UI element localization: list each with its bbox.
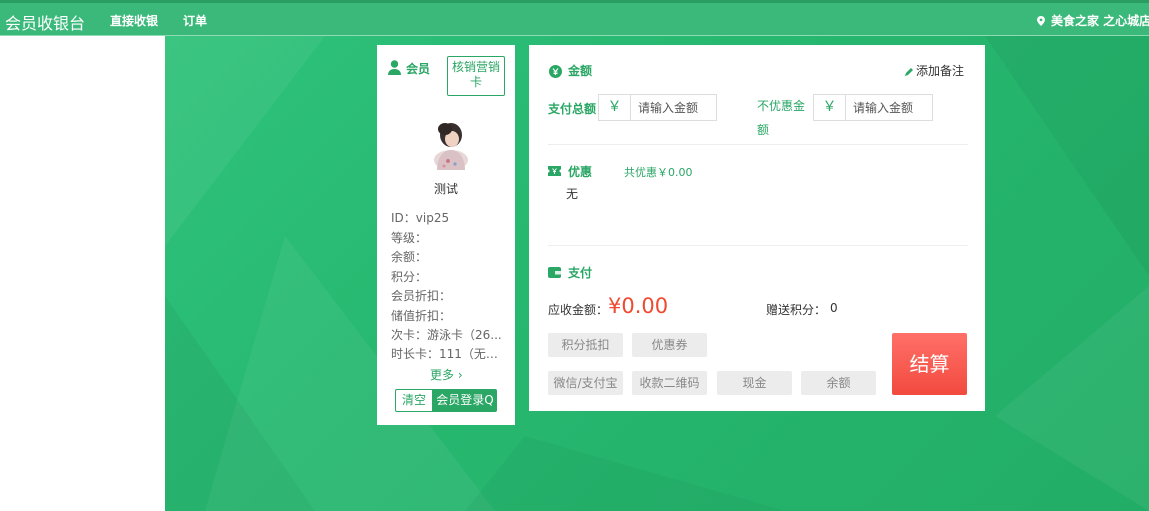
yen-coin-icon xyxy=(549,65,562,78)
points-deduct-button[interactable]: 积分抵扣 xyxy=(548,333,623,357)
duration-card: 时长卡：111（无限制 xyxy=(391,347,503,361)
wechat-alipay-button[interactable]: 微信/支付宝 xyxy=(548,371,623,395)
clear-button[interactable]: 清空 xyxy=(395,389,433,412)
receivable-label: 应收金额： xyxy=(548,303,609,317)
settle-button[interactable]: 结算 xyxy=(892,333,967,395)
count-card: 次卡：游泳卡（26... xyxy=(391,328,502,342)
add-note-link[interactable]: 添加备注 xyxy=(905,62,964,79)
chevron-right-icon: › xyxy=(454,368,463,382)
member-balance: 余额： xyxy=(391,250,428,264)
store-name: 美食之家 之心城店 xyxy=(1051,14,1149,28)
verify-marketing-card-button[interactable]: 核销营销卡 xyxy=(447,56,505,96)
no-discount-label: 不优惠金 额 xyxy=(757,100,805,136)
coupon-button[interactable]: 优惠券 xyxy=(632,333,707,357)
balance-button[interactable]: 余额 xyxy=(801,371,876,395)
discount-section-title: 优惠 xyxy=(568,165,593,179)
location-pin-icon xyxy=(1037,16,1045,26)
stored-value-discount: 储值折扣： xyxy=(391,309,452,323)
nav-orders[interactable]: 订单 xyxy=(183,12,207,29)
section-divider xyxy=(548,144,968,145)
total-amount-input[interactable] xyxy=(631,95,716,120)
member-discount: 会员折扣： xyxy=(391,289,452,303)
no-discount-input[interactable] xyxy=(846,95,931,120)
member-login-button[interactable]: 会员登录Q xyxy=(433,389,497,412)
add-note-label: 添加备注 xyxy=(916,64,965,78)
more-link[interactable]: 更多 › xyxy=(430,366,463,383)
checkout-panel: 金额 添加备注 支付总额 ￥ 不优惠金 额 ￥ 优惠 共优惠￥0.00 无 支付… xyxy=(529,45,985,411)
store-selector[interactable]: 美食之家 之心城店 xyxy=(1037,12,1149,29)
more-link-label: 更多 xyxy=(430,368,455,382)
member-points: 积分： xyxy=(391,270,428,284)
no-discount-label-line2: 额 xyxy=(757,123,770,137)
member-panel: 会员 核销营销卡 测试 ID：vip25 等级： 余额： 积分： 会员折扣： 储… xyxy=(377,45,515,425)
user-icon xyxy=(388,60,401,75)
member-id: ID：vip25 xyxy=(391,211,450,225)
nav-direct-checkout[interactable]: 直接收银 xyxy=(110,12,158,29)
no-discount-field: ￥ xyxy=(813,94,933,121)
amount-section-title: 金额 xyxy=(568,64,593,78)
member-level: 等级： xyxy=(391,231,428,245)
cash-button[interactable]: 现金 xyxy=(717,371,792,395)
pencil-icon xyxy=(905,68,913,76)
top-bar: 会员收银台 直接收银 订单 美食之家 之心城店 xyxy=(0,0,1149,36)
discount-total: 共优惠￥0.00 xyxy=(624,166,693,179)
bonus-points-value: 0 xyxy=(830,301,838,315)
member-avatar xyxy=(427,115,475,170)
member-section-title: 会员 xyxy=(406,62,431,76)
member-name: 测试 xyxy=(433,182,458,196)
total-amount-label: 支付总额 xyxy=(548,102,597,116)
qr-code-button[interactable]: 收款二维码 xyxy=(632,371,707,395)
discount-none-text: 无 xyxy=(566,187,579,201)
bonus-points-label: 赠送积分： xyxy=(766,303,827,317)
wallet-icon xyxy=(548,267,561,278)
yen-icon: ￥ xyxy=(599,95,631,120)
payment-section-title: 支付 xyxy=(568,266,593,280)
section-divider xyxy=(548,245,968,246)
app-title: 会员收银台 xyxy=(5,14,86,33)
total-amount-field: ￥ xyxy=(598,94,717,121)
no-discount-label-line1: 不优惠金 xyxy=(757,99,806,113)
yen-icon: ￥ xyxy=(814,95,846,120)
ticket-icon xyxy=(548,166,561,176)
receivable-value: ¥0.00 xyxy=(608,294,669,318)
